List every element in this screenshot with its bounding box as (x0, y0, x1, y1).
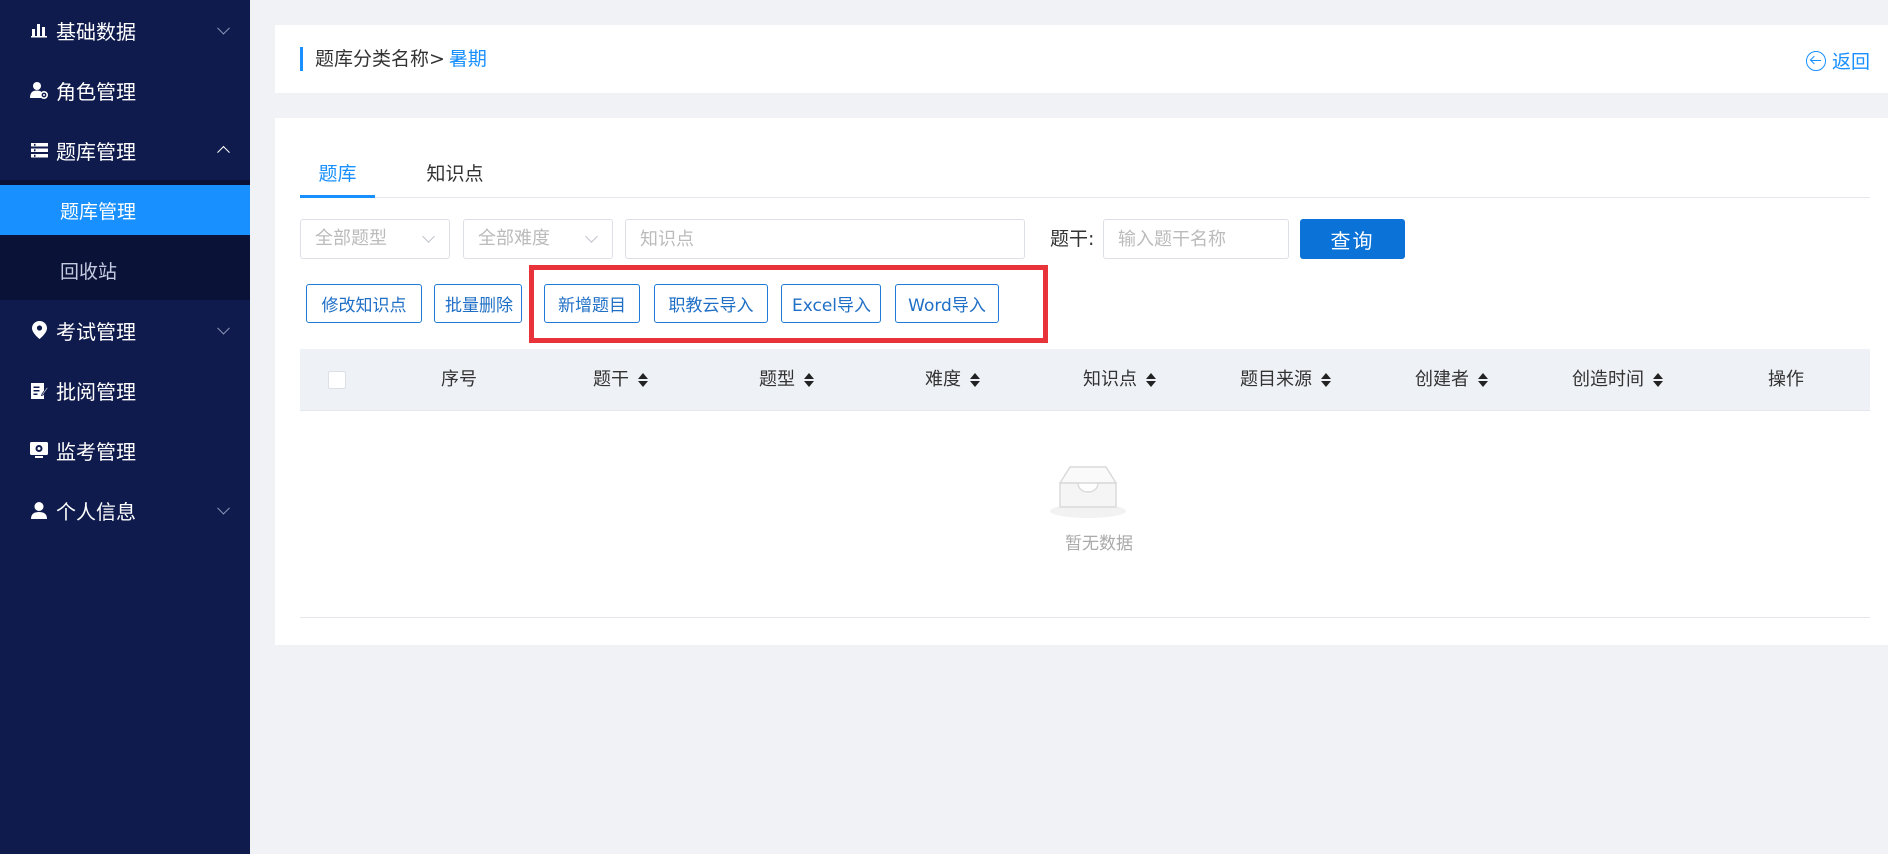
sidebar-item-proctor-management[interactable]: 监考管理 (0, 420, 250, 480)
question-type-select-text: 全部题型 (315, 228, 387, 249)
column-header-label: 序号 (441, 369, 477, 390)
column-header-label: 知识点 (1083, 369, 1137, 390)
list-icon (30, 141, 48, 159)
monitor-icon (30, 441, 48, 459)
column-header-label: 操作 (1768, 369, 1804, 390)
sidebar-item-exam-management[interactable]: 考试管理 (0, 300, 250, 360)
empty-box-icon (1050, 466, 1126, 518)
sort-icon[interactable] (638, 373, 648, 387)
chevron-down-icon (585, 230, 598, 243)
back-label: 返回 (1831, 51, 1870, 73)
tab-knowledge-points[interactable]: 知识点 (410, 156, 500, 198)
chevron-down-icon (422, 230, 435, 243)
sidebar-item-label: 监考管理 (56, 439, 136, 464)
sidebar-item-label: 角色管理 (56, 79, 136, 104)
sort-icon[interactable] (1321, 373, 1331, 387)
submenu-item-label: 回收站 (60, 260, 118, 283)
sidebar-item-label: 个人信息 (56, 499, 136, 524)
empty-text: 暂无数据 (1065, 534, 1133, 554)
bar-chart-icon (30, 21, 48, 39)
difficulty-select-text: 全部难度 (478, 228, 550, 249)
column-header-type[interactable]: 题型 (759, 349, 814, 411)
submenu-item-recycle-bin[interactable]: 回收站 (0, 245, 250, 295)
column-header-label: 题干 (593, 369, 629, 390)
column-header-knowledge-point[interactable]: 知识点 (1083, 349, 1156, 411)
sidebar-item-grading-management[interactable]: 批阅管理 (0, 360, 250, 420)
add-question-button[interactable]: 新增题目 (544, 284, 640, 323)
column-header-index: 序号 (441, 349, 477, 411)
word-import-button[interactable]: Word导入 (895, 284, 999, 323)
chevron-up-icon (217, 145, 230, 159)
sort-icon[interactable] (804, 373, 814, 387)
sidebar-item-personal-info[interactable]: 个人信息 (0, 480, 250, 540)
submenu-item-question-bank[interactable]: 题库管理 (0, 185, 250, 235)
column-header-source[interactable]: 题目来源 (1240, 349, 1331, 411)
sidebar-item-label: 题库管理 (56, 139, 136, 164)
question-type-select[interactable]: 全部题型 (300, 219, 450, 259)
select-all-checkbox[interactable] (328, 371, 346, 389)
breadcrumb-current[interactable]: 暑期 (449, 48, 487, 70)
sidebar-item-basic-data[interactable]: 基础数据 (0, 0, 250, 60)
person-icon (30, 501, 48, 519)
sidebar-item-question-bank[interactable]: 题库管理 (0, 120, 250, 180)
main-card: 题库 知识点 全部题型 全部难度 题干: 查询 修改知识点 批量删除 新增题目 … (275, 118, 1888, 645)
tab-bar: 题库 知识点 (300, 156, 1870, 198)
column-header-created-time[interactable]: 创造时间 (1572, 349, 1663, 411)
back-arrow-icon (1805, 50, 1826, 71)
column-header-label: 题目来源 (1240, 369, 1312, 390)
column-header-label: 题型 (759, 369, 795, 390)
stem-search-input[interactable] (1103, 219, 1289, 259)
sort-icon[interactable] (1146, 373, 1156, 387)
excel-import-button[interactable]: Excel导入 (781, 284, 881, 323)
sidebar-item-label: 基础数据 (56, 19, 136, 44)
tab-question-bank[interactable]: 题库 (300, 156, 375, 198)
batch-delete-button[interactable]: 批量删除 (434, 284, 522, 323)
breadcrumb-prefix: 题库分类名称> (315, 48, 445, 70)
knowledge-point-input[interactable] (625, 219, 1025, 259)
breadcrumb: 题库分类名称> 暑期 (300, 47, 487, 71)
chevron-down-icon (217, 501, 230, 515)
edit-knowledge-point-button[interactable]: 修改知识点 (306, 284, 422, 323)
zhijiaoyun-import-button[interactable]: 职教云导入 (654, 284, 768, 323)
sidebar: 基础数据 角色管理 题库管理 题库管理 回收站 考试管理 批阅管理 监考管理 个… (0, 0, 250, 854)
submenu-item-label: 题库管理 (60, 200, 137, 223)
column-header-label: 创造时间 (1572, 369, 1644, 390)
column-header-difficulty[interactable]: 难度 (925, 349, 980, 411)
map-pin-icon (30, 321, 48, 339)
sidebar-item-role-management[interactable]: 角色管理 (0, 60, 250, 120)
edit-doc-icon (30, 381, 48, 399)
back-button[interactable]: 返回 (1805, 47, 1870, 74)
query-button[interactable]: 查询 (1300, 219, 1405, 259)
chevron-down-icon (217, 321, 230, 335)
sort-icon[interactable] (1653, 373, 1663, 387)
sort-icon[interactable] (970, 373, 980, 387)
sidebar-item-label: 批阅管理 (56, 379, 136, 404)
sort-icon[interactable] (1478, 373, 1488, 387)
table-header: 序号 题干 题型 难度 知识点 题目来源 创建者 创造时间 操作 (300, 349, 1870, 411)
sidebar-item-label: 考试管理 (56, 319, 136, 344)
user-gear-icon (30, 81, 48, 99)
column-header-label: 创建者 (1415, 369, 1469, 390)
column-header-actions: 操作 (1768, 349, 1804, 411)
stem-label: 题干: (1050, 228, 1095, 250)
table-empty-state: 暂无数据 (300, 411, 1870, 618)
column-header-stem[interactable]: 题干 (593, 349, 648, 411)
header-card: 题库分类名称> 暑期 返回 (275, 25, 1888, 93)
chevron-down-icon (217, 21, 230, 35)
column-header-label: 难度 (925, 369, 961, 390)
column-header-creator[interactable]: 创建者 (1415, 349, 1488, 411)
difficulty-select[interactable]: 全部难度 (463, 219, 613, 259)
